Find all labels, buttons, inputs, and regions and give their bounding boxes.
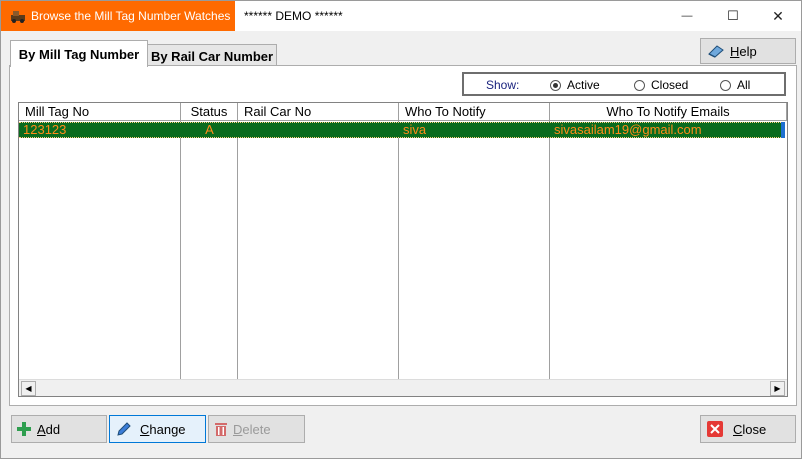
close-window-button[interactable]: ✕	[755, 1, 801, 31]
column-divider	[237, 121, 238, 379]
tab-label: By Mill Tag Number	[18, 46, 140, 62]
column-header-label: Who To Notify Emails	[606, 104, 730, 119]
column-header-who-to-notify[interactable]: Who To Notify	[399, 103, 550, 121]
row-edge-indicator	[781, 122, 785, 138]
watches-grid[interactable]: Mill Tag No Status Rail Car No Who To No…	[18, 102, 788, 397]
cell-mill-tag-no: 123123	[23, 123, 67, 137]
plus-icon	[17, 422, 31, 436]
change-label: Change	[140, 421, 186, 437]
tab-by-rail-car-number[interactable]: By Rail Car Number	[147, 44, 277, 67]
show-filter: Show: Active Closed All	[462, 72, 786, 96]
radio-closed[interactable]: Closed	[634, 78, 688, 92]
show-label: Show:	[486, 78, 520, 92]
mill-tag-icon	[11, 11, 25, 23]
close-button[interactable]: Close	[700, 415, 796, 443]
maximize-icon: ☐	[727, 8, 739, 23]
add-button[interactable]: Add	[11, 415, 107, 443]
radio-label: Closed	[651, 78, 689, 92]
window-title: Browse the Mill Tag Number Watches	[31, 9, 231, 23]
delete-label: Delete	[233, 421, 271, 437]
help-button[interactable]: Help	[700, 38, 796, 64]
radio-all[interactable]: All	[720, 78, 750, 92]
table-row[interactable]: 123123 A siva sivasailam19@gmail.com	[19, 122, 781, 138]
help-book-icon	[708, 45, 724, 58]
tab-by-mill-tag-number[interactable]: By Mill Tag Number	[10, 40, 148, 67]
arrow-right-icon: ▶	[774, 384, 781, 393]
close-x-icon	[707, 421, 723, 437]
radio-active[interactable]: Active	[550, 78, 600, 92]
radio-label: Active	[567, 78, 600, 92]
arrow-left-icon: ◀	[25, 384, 32, 393]
column-header-status[interactable]: Status	[181, 103, 238, 121]
radio-unselected-icon	[634, 79, 645, 91]
radio-unselected-icon	[720, 79, 731, 91]
delete-button[interactable]: Delete	[208, 415, 305, 443]
trash-icon	[215, 423, 227, 436]
column-header-label: Mill Tag No	[25, 104, 90, 119]
column-header-label: Who To Notify	[405, 104, 486, 119]
column-header-mill-tag-no[interactable]: Mill Tag No	[19, 103, 181, 121]
tab-label: By Rail Car Number	[150, 48, 274, 64]
app-window: Browse the Mill Tag Number Watches *****…	[0, 0, 802, 459]
column-header-label: Rail Car No	[244, 104, 312, 119]
column-divider	[549, 121, 550, 379]
scroll-right-button[interactable]: ▶	[770, 381, 785, 396]
title-bar[interactable]: Browse the Mill Tag Number Watches *****…	[1, 1, 801, 31]
cell-who-to-notify: siva	[403, 123, 427, 137]
column-divider	[398, 121, 399, 379]
horizontal-scrollbar[interactable]: ◀ ▶	[19, 379, 787, 396]
radio-selected-icon	[550, 79, 561, 91]
column-divider	[180, 121, 181, 379]
close-label: Close	[733, 421, 767, 437]
minimize-button[interactable]: —	[664, 1, 710, 31]
app-title-badge: Browse the Mill Tag Number Watches	[1, 1, 235, 31]
cell-status: A	[205, 123, 214, 137]
column-header-rail-car-no[interactable]: Rail Car No	[238, 103, 399, 121]
cell-emails: sivasailam19@gmail.com	[554, 123, 702, 137]
add-label: Add	[37, 421, 61, 437]
close-icon: ✕	[772, 7, 784, 24]
column-header-who-to-notify-emails[interactable]: Who To Notify Emails	[550, 103, 787, 121]
scroll-left-button[interactable]: ◀	[21, 381, 36, 396]
pencil-icon	[117, 422, 131, 436]
maximize-button[interactable]: ☐	[710, 1, 756, 31]
help-label: Help	[730, 43, 757, 59]
demo-label: ****** DEMO ******	[244, 9, 343, 23]
radio-label: All	[737, 78, 751, 92]
column-header-label: Status	[190, 104, 228, 119]
change-button[interactable]: Change	[109, 415, 206, 443]
minimize-icon: —	[681, 10, 693, 22]
